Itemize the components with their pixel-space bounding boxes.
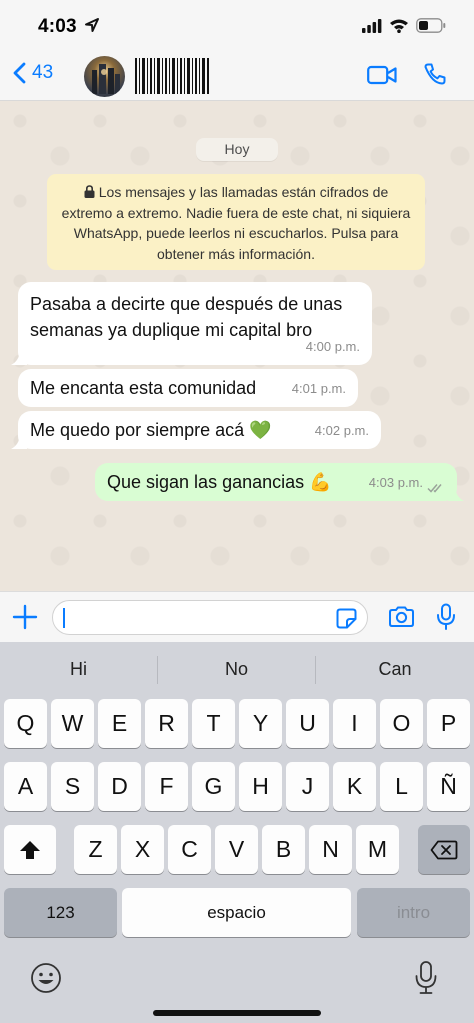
key-t[interactable]: T — [192, 699, 235, 748]
space-key[interactable]: espacio — [122, 888, 351, 937]
encryption-notice[interactable]: Los mensajes y las llamadas están cifrad… — [47, 174, 425, 270]
key-v[interactable]: V — [215, 825, 258, 874]
message-text: Me quedo por siempre acá 💚 — [30, 420, 272, 440]
numbers-key[interactable]: 123 — [4, 888, 117, 937]
sticker-icon[interactable] — [336, 608, 357, 629]
dictation-microphone-icon[interactable] — [414, 960, 438, 996]
keyboard: Hi No Can Q W E R T Y U I O P A S D F G … — [0, 642, 474, 1023]
text-caret — [63, 608, 65, 628]
home-indicator[interactable] — [153, 1010, 321, 1016]
chevron-left-icon — [13, 62, 26, 84]
key-r[interactable]: R — [145, 699, 188, 748]
return-key[interactable]: intro — [357, 888, 470, 937]
encryption-notice-text: Los mensajes y las llamadas están cifrad… — [61, 184, 411, 262]
top-bar: 4:03 43 — [0, 0, 474, 101]
key-g[interactable]: G — [192, 762, 235, 811]
bubble-tail — [11, 351, 27, 365]
message-text: Que sigan las ganancias 💪 — [107, 472, 332, 492]
message-time: 4:02 p.m. — [314, 423, 369, 438]
suggestion-3[interactable]: Can — [316, 642, 474, 694]
key-i[interactable]: I — [333, 699, 376, 748]
key-a[interactable]: A — [4, 762, 47, 811]
backspace-key[interactable] — [418, 825, 470, 874]
avatar-photo — [92, 64, 120, 94]
suggestion-bar: Hi No Can — [0, 642, 474, 694]
date-divider: Hoy — [196, 138, 278, 161]
key-q[interactable]: Q — [4, 699, 47, 748]
key-p[interactable]: P — [427, 699, 470, 748]
message-time: 4:00 p.m. — [305, 339, 360, 354]
key-b[interactable]: B — [262, 825, 305, 874]
message-input-bar — [0, 591, 474, 642]
message-incoming[interactable]: Me encanta esta comunidad 4:01 p.m. — [18, 369, 358, 407]
emoji-icon[interactable] — [30, 962, 62, 994]
key-n[interactable]: N — [309, 825, 352, 874]
key-m[interactable]: M — [356, 825, 399, 874]
signal-icon — [362, 18, 382, 33]
status-time: 4:03 — [38, 16, 77, 37]
message-time: 4:01 p.m. — [291, 381, 346, 396]
wifi-icon — [390, 19, 408, 33]
read-checkmarks-icon — [427, 484, 442, 493]
unread-count: 43 — [32, 62, 54, 83]
suggestion-1[interactable]: Hi — [0, 642, 157, 694]
key-d[interactable]: D — [98, 762, 141, 811]
message-incoming[interactable]: Me quedo por siempre acá 💚 4:02 p.m. — [11, 411, 381, 449]
battery-icon — [416, 18, 446, 33]
key-c[interactable]: C — [168, 825, 211, 874]
shift-key[interactable] — [4, 825, 56, 874]
key-j[interactable]: J — [286, 762, 329, 811]
key-y[interactable]: Y — [239, 699, 282, 748]
message-input[interactable] — [52, 600, 368, 635]
key-x[interactable]: X — [121, 825, 164, 874]
bubble-tail — [448, 487, 464, 501]
key-o[interactable]: O — [380, 699, 423, 748]
camera-icon[interactable] — [388, 606, 415, 628]
key-s[interactable]: S — [51, 762, 94, 811]
message-text: Me encanta esta comunidad — [30, 378, 257, 398]
key-z[interactable]: Z — [74, 825, 117, 874]
microphone-icon[interactable] — [436, 603, 456, 631]
chat-area[interactable]: Hoy Los mensajes y las llamadas están ci… — [0, 101, 474, 591]
key-h[interactable]: H — [239, 762, 282, 811]
contact-avatar[interactable] — [84, 56, 125, 97]
lock-icon — [84, 185, 95, 198]
suggestion-2[interactable]: No — [158, 642, 315, 694]
plus-icon[interactable] — [12, 604, 38, 630]
key-f[interactable]: F — [145, 762, 188, 811]
message-text: Pasaba a decirte que después de unas sem… — [30, 294, 343, 340]
key-u[interactable]: U — [286, 699, 329, 748]
video-call-button[interactable] — [367, 64, 397, 86]
message-time: 4:03 p.m. — [368, 475, 423, 490]
location-arrow-icon — [85, 18, 99, 32]
message-outgoing[interactable]: Que sigan las ganancias 💪 4:03 p.m. — [95, 463, 464, 501]
key-k[interactable]: K — [333, 762, 376, 811]
message-incoming[interactable]: Pasaba a decirte que después de unas sem… — [11, 282, 372, 365]
backspace-icon — [430, 840, 458, 860]
key-enye[interactable]: Ñ — [427, 762, 470, 811]
shift-arrow-icon — [20, 841, 40, 859]
voice-call-button[interactable] — [423, 62, 447, 86]
bubble-tail — [11, 435, 27, 449]
key-l[interactable]: L — [380, 762, 423, 811]
key-e[interactable]: E — [98, 699, 141, 748]
key-w[interactable]: W — [51, 699, 94, 748]
back-button[interactable]: 43 — [12, 62, 53, 84]
status-indicators — [362, 18, 446, 33]
contact-name-redacted[interactable] — [134, 58, 212, 94]
